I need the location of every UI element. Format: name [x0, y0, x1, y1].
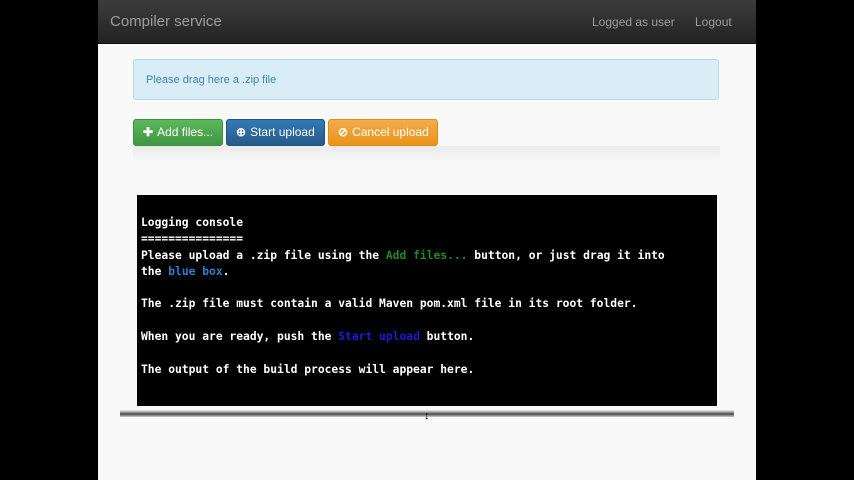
logged-as-link[interactable]: Logged as user — [592, 15, 675, 29]
upload-progress-bar — [133, 146, 720, 160]
drop-zone-text: Please drag here a .zip file — [146, 74, 277, 86]
console-line-2-post: . — [222, 264, 230, 278]
drop-zone[interactable]: Please drag here a .zip file — [133, 59, 719, 100]
plus-icon: ✚ — [143, 125, 154, 139]
page: Compiler service Logged as user Logout P… — [98, 0, 756, 480]
console-line-4-post: button. — [419, 330, 475, 344]
console-line-1-pre: Please upload a .zip file using the — [141, 248, 386, 262]
ban-circle-icon: ⊘ — [338, 125, 349, 139]
upload-circle-icon: ⊕ — [236, 125, 247, 139]
resize-cursor-icon: ↕ — [424, 410, 430, 422]
console-add-files-ref: Add files... — [385, 248, 468, 262]
console-line-3: The .zip file must contain a valid Maven… — [141, 297, 638, 311]
console-underline: =============== — [141, 232, 244, 246]
start-upload-button[interactable]: ⊕ Start upload — [226, 119, 325, 146]
logout-link[interactable]: Logout — [695, 15, 732, 29]
console-line-1-post: button, or just drag it into — [467, 248, 665, 262]
console-title: Logging console — [141, 216, 244, 229]
logging-console: Logging console =============== Please u… — [137, 195, 717, 406]
navbar: Compiler service Logged as user Logout — [98, 0, 756, 44]
console-line-5: The output of the build process will app… — [141, 362, 475, 376]
add-files-label: Add files... — [157, 125, 214, 139]
console-start-upload-ref: Start upload — [338, 330, 420, 344]
cancel-upload-label: Cancel upload — [352, 125, 429, 139]
add-files-button[interactable]: ✚ Add files... — [133, 119, 223, 146]
cancel-upload-button[interactable]: ⊘ Cancel upload — [328, 119, 438, 146]
console-line-4-pre: When you are ready, push the — [141, 330, 339, 344]
brand-title[interactable]: Compiler service — [110, 13, 222, 30]
console-blue-box-ref: blue box — [168, 264, 223, 278]
start-upload-label: Start upload — [250, 125, 315, 139]
console-line-2-pre: the — [141, 264, 169, 278]
